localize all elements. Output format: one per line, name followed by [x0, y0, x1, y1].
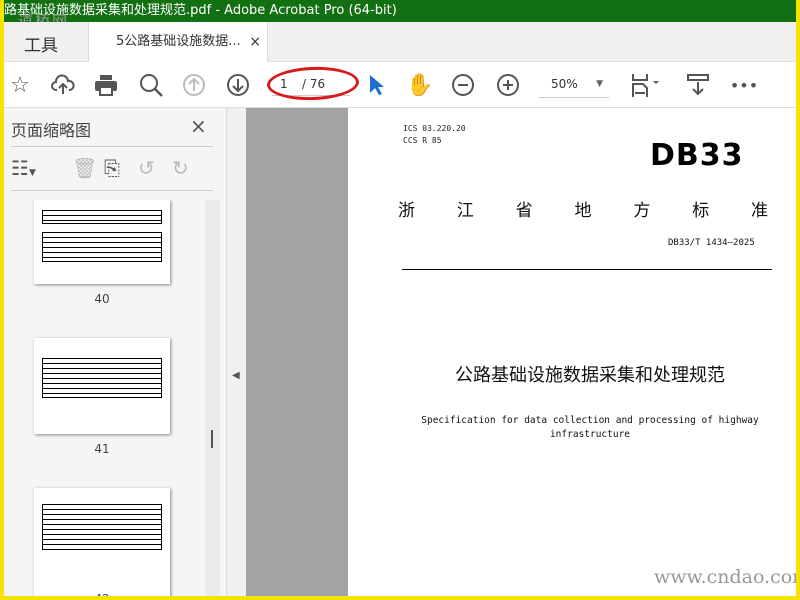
zoom-in-icon[interactable]: [494, 71, 522, 99]
province-standard-heading: 浙江省地方标准: [398, 196, 768, 221]
page-thumbnail[interactable]: [34, 338, 170, 434]
document-title-cn: 公路基础设施数据采集和处理规范: [455, 365, 725, 386]
panel-title: 页面缩略图: [11, 121, 92, 140]
zoom-level-select[interactable]: 50% ▼: [539, 72, 609, 98]
close-panel-icon[interactable]: ×: [190, 114, 207, 138]
bookmark-star-icon[interactable]: ☆: [6, 71, 34, 99]
print-icon[interactable]: [92, 71, 120, 99]
page-fit-icon[interactable]: [630, 71, 666, 99]
divider: [11, 146, 213, 147]
tab-tools[interactable]: 工具: [24, 31, 58, 56]
insert-page-icon[interactable]: ⎘: [104, 156, 120, 180]
acrobat-window: 路基础设施数据采集和处理规范.pdf - Adobe Acrobat Pro (…: [4, 0, 796, 596]
select-cursor-icon[interactable]: [362, 71, 390, 99]
collapse-panel-icon[interactable]: ◀: [232, 370, 240, 381]
rotate-left-icon[interactable]: ↺: [138, 156, 155, 180]
tab-document[interactable]: 5公路基础设施数据... ×: [88, 22, 268, 62]
more-options-icon[interactable]: •••: [730, 71, 758, 99]
tab-bar: 工具 5公路基础设施数据... ×: [4, 22, 796, 62]
heading-char: 地: [574, 201, 592, 221]
previous-page-icon[interactable]: [180, 71, 208, 99]
zoom-level-value: 50%: [551, 77, 578, 91]
pdf-page: ICS 03.220.20 CCS R 85 DB33 浙 江 省 地 方 标 准 DB33…: [348, 108, 796, 596]
toolbar: ☆ 1/ 76 ✋ 50% ▼ •••: [4, 62, 796, 108]
page-thumbnail[interactable]: [34, 488, 170, 596]
divider: [402, 269, 772, 270]
thumbnail-label: 42: [34, 592, 170, 596]
chevron-down-icon: ▼: [596, 79, 603, 89]
heading-char: 浙: [398, 201, 415, 221]
thumbnail-label: 40: [94, 292, 110, 306]
document-canvas: [246, 108, 348, 596]
cloud-upload-icon[interactable]: [49, 71, 77, 99]
hand-tool-icon[interactable]: ✋: [406, 71, 434, 99]
document-title-en: Specification for data collection and pr…: [421, 415, 759, 440]
watermark: www.cndao.com: [654, 566, 796, 588]
next-page-icon[interactable]: [224, 71, 252, 99]
heading-char: 方: [633, 201, 651, 221]
heading-char: 江: [456, 201, 474, 221]
thumbnails-panel: 页面缩略图 × ☷▼ 🗑 ⎘ ↺ ↻ 40 41 42: [4, 108, 226, 596]
search-zoom-icon[interactable]: [137, 71, 165, 99]
ccs-code: CCS R 85: [403, 136, 442, 145]
db-logo: DB33: [650, 138, 744, 173]
thumbnail-scrollbar[interactable]: [205, 200, 220, 596]
heading-char: 准: [750, 201, 768, 221]
rotate-right-icon[interactable]: ↻: [172, 156, 189, 180]
thumbnail-options-icon[interactable]: ☷▼: [11, 156, 36, 180]
page-thumbnail[interactable]: [34, 200, 170, 284]
title-bar: 路基础设施数据采集和处理规范.pdf - Adobe Acrobat Pro (…: [4, 0, 796, 22]
tab-document-label: 5公路基础设施数据...: [116, 34, 241, 49]
close-tab-icon[interactable]: ×: [249, 22, 261, 62]
red-annotation-circle: [266, 65, 360, 102]
panel-splitter[interactable]: ◀: [226, 108, 246, 596]
heading-char: 省: [515, 201, 533, 221]
ics-code: ICS 03.220.20: [403, 124, 466, 133]
heading-char: 标: [692, 201, 710, 221]
scrollbar-thumb[interactable]: [211, 430, 213, 448]
thumbnail-label: 41: [94, 442, 110, 456]
divider: [11, 190, 213, 191]
delete-icon[interactable]: 🗑: [72, 156, 97, 180]
standard-number: DB33/T 1434—2025: [668, 238, 755, 248]
scrolling-mode-icon[interactable]: [684, 71, 712, 99]
zoom-out-icon[interactable]: [449, 71, 477, 99]
thumbnail-list: 40 41 42: [4, 200, 204, 596]
